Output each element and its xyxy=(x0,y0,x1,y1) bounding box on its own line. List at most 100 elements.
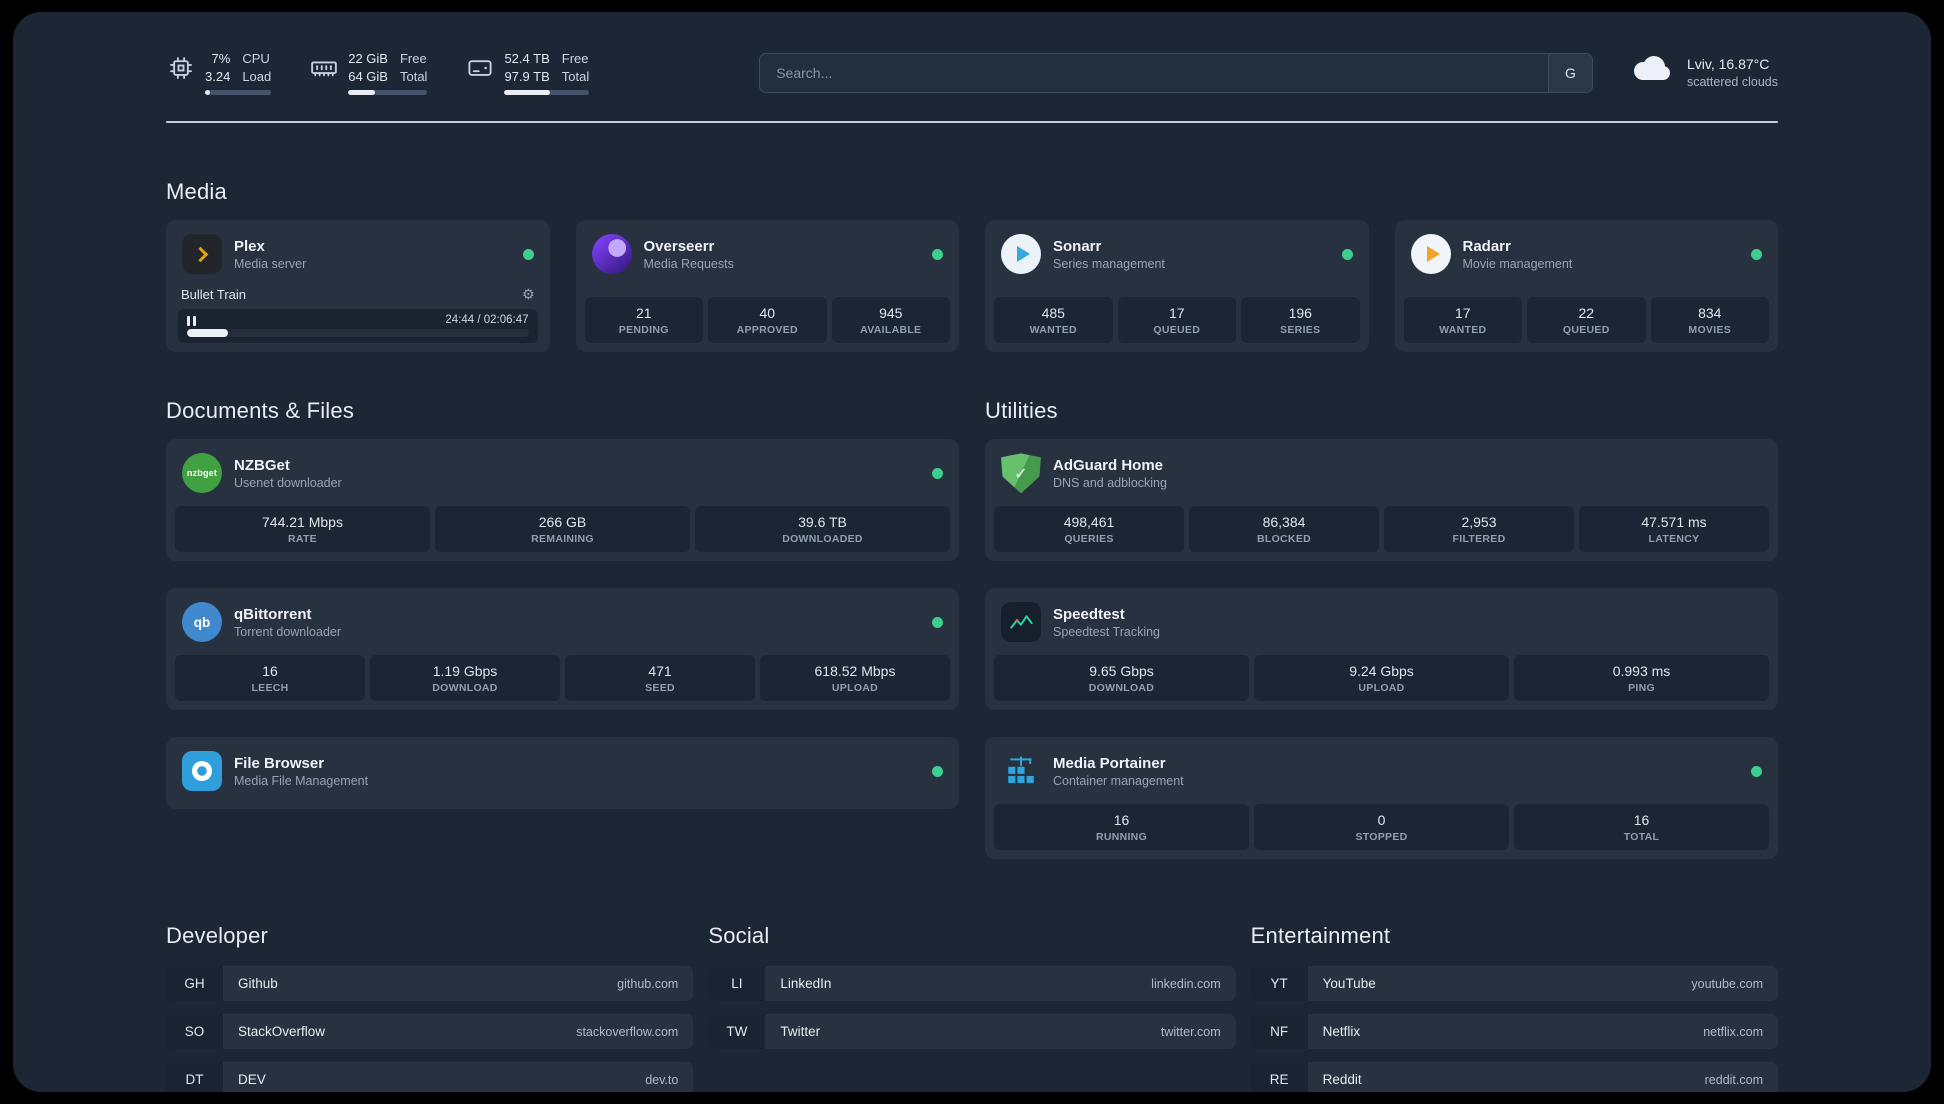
stat-value: 266 GB xyxy=(538,514,587,531)
stat-ping: 0.993 ms PING xyxy=(1514,655,1769,702)
resource-label: Total xyxy=(399,69,428,85)
resource-widgets: 7% CPU 3.24 Load 22 GiB Free 64 GiB Total 52.4 T… xyxy=(166,50,590,96)
stat-value: 16 xyxy=(262,663,278,680)
stat-wanted: 17 WANTED xyxy=(1403,297,1522,344)
resource-progress-bar xyxy=(504,90,590,96)
service-card-media-portainer[interactable]: Media Portainer Container management 16 RUN… xyxy=(985,737,1778,860)
bookmark-abbr: RE xyxy=(1250,1062,1308,1092)
service-card-plex[interactable]: Plex Media server Bullet Train ⚙ 24:44 / 02:… xyxy=(166,220,550,353)
stat-label: WANTED xyxy=(1439,324,1487,337)
bookmark-linkedin[interactable]: LI LinkedIn linkedin.com xyxy=(708,966,1236,1002)
plex-icon xyxy=(182,234,222,275)
bookmark-stackoverflow[interactable]: SO StackOverflow stackoverflow.com xyxy=(166,1014,694,1050)
stat-remaining: 266 GB REMAINING xyxy=(435,506,690,553)
service-card-sonarr[interactable]: Sonarr Series management 485 WANTED 17 QUEUED… xyxy=(985,220,1369,353)
service-card-speedtest[interactable]: Speedtest Speedtest Tracking 9.65 Gbps DOWN… xyxy=(985,588,1778,711)
stat-value: 2,953 xyxy=(1461,514,1497,531)
stat-label: DOWNLOAD xyxy=(432,682,498,695)
bookmark-abbr: DT xyxy=(166,1062,223,1092)
cloud-icon xyxy=(1627,53,1675,92)
stat-filtered: 2,953 FILTERED xyxy=(1384,506,1574,553)
weather-text: Lviv, 16.87°C scattered clouds xyxy=(1687,56,1778,89)
bookmark-domain: netflix.com xyxy=(1703,1024,1763,1039)
search-input[interactable] xyxy=(759,52,1593,93)
stat-download: 1.19 Gbps DOWNLOAD xyxy=(370,655,560,702)
resource-value: 3.24 xyxy=(205,69,231,85)
pause-icon[interactable] xyxy=(187,315,196,326)
bookmark-netflix[interactable]: NF Netflix netflix.com xyxy=(1250,1014,1778,1050)
stats-row: 498,461 QUERIES 86,384 BLOCKED 2,953 FILTERED… xyxy=(994,502,1769,553)
service-description: Media File Management xyxy=(234,773,369,788)
bookmark-name: Twitter xyxy=(780,1024,821,1040)
service-card-qbittorrent[interactable]: qb qBittorrent Torrent downloader 16 LEECH 1.… xyxy=(166,588,959,711)
stat-value: 471 xyxy=(648,663,672,680)
service-description: Media Requests xyxy=(643,256,734,271)
stat-label: WANTED xyxy=(1029,324,1077,337)
resource-progress-bar xyxy=(348,90,428,96)
stat-value: 9.24 Gbps xyxy=(1349,663,1414,680)
status-dot xyxy=(1751,765,1762,777)
service-card-radarr[interactable]: Radarr Movie management 17 WANTED 22 QUEUED 83… xyxy=(1394,220,1778,353)
search-bar: G xyxy=(759,52,1593,93)
utilities-cards: ✓ AdGuard Home DNS and adblocking 498,461 QU… xyxy=(985,439,1778,860)
resource-label: Total xyxy=(561,69,590,85)
service-name: Sonarr xyxy=(1053,237,1102,255)
stat-label: AVAILABLE xyxy=(860,324,922,337)
portainer-icon xyxy=(1001,751,1041,791)
bookmark-domain: youtube.com xyxy=(1691,976,1763,991)
stat-value: 40 xyxy=(759,305,776,322)
bookmark-abbr: NF xyxy=(1250,1014,1308,1050)
status-dot xyxy=(1751,248,1762,260)
service-description: Torrent downloader xyxy=(234,624,342,639)
stats-row: 16 LEECH 1.19 Gbps DOWNLOAD 471 SEED 618.52 Mb… xyxy=(175,651,950,702)
stat-value: 39.6 TB xyxy=(798,514,847,531)
cpu-icon xyxy=(166,53,196,83)
service-description: Speedtest Tracking xyxy=(1053,624,1161,639)
stat-value: 21 xyxy=(635,305,652,322)
weather-condition: scattered clouds xyxy=(1686,75,1778,90)
topbar: 7% CPU 3.24 Load 22 GiB Free 64 GiB Total 52.4 T… xyxy=(166,50,1778,96)
bookmark-youtube[interactable]: YT YouTube youtube.com xyxy=(1250,966,1778,1002)
stat-label: MOVIES xyxy=(1688,324,1732,337)
stat-value: 16 xyxy=(1633,812,1650,829)
stat-value: 744.21 Mbps xyxy=(262,514,343,531)
gear-icon[interactable]: ⚙ xyxy=(522,288,535,302)
status-dot xyxy=(522,248,534,260)
bookmark-dev[interactable]: DT DEV dev.to xyxy=(166,1062,694,1092)
section-entertainment: Entertainment YT YouTube youtube.com NF Netf… xyxy=(1250,923,1778,1092)
bookmark-domain: twitter.com xyxy=(1160,1024,1221,1039)
service-card-overseerr[interactable]: Overseerr Media Requests 21 PENDING 40 APPROV… xyxy=(575,220,959,353)
bookmark-reddit[interactable]: RE Reddit reddit.com xyxy=(1250,1062,1778,1092)
stat-label: FILTERED xyxy=(1452,533,1506,546)
service-name: AdGuard Home xyxy=(1053,456,1164,474)
bookmark-domain: dev.to xyxy=(645,1072,679,1087)
stats-row: 16 RUNNING 0 STOPPED 16 TOTAL xyxy=(994,800,1769,851)
service-description: Usenet downloader xyxy=(234,475,342,490)
bookmark-name: Github xyxy=(238,976,278,992)
radarr-icon xyxy=(1410,234,1451,275)
speedtest-icon xyxy=(1001,602,1041,643)
entertainment-bookmarks: YT YouTube youtube.com NF Netflix netflix.com… xyxy=(1250,966,1778,1092)
media-cards: Plex Media server Bullet Train ⚙ 24:44 / 02:… xyxy=(166,220,1778,353)
service-card-nzbget[interactable]: nzbget NZBGet Usenet downloader 744.21 Mbps… xyxy=(166,439,959,562)
service-name: Speedtest xyxy=(1053,605,1125,623)
search-provider-button[interactable]: G xyxy=(1547,53,1592,92)
adguard-icon: ✓ xyxy=(1001,453,1041,494)
service-card-adguard-home[interactable]: ✓ AdGuard Home DNS and adblocking 498,461 QU… xyxy=(985,439,1778,562)
resource-value: 97.9 TB xyxy=(504,69,550,85)
service-card-file-browser[interactable]: File Browser Media File Management xyxy=(166,737,959,810)
bookmark-name: LinkedIn xyxy=(780,976,832,992)
stats-row: 9.65 Gbps DOWNLOAD 9.24 Gbps UPLOAD 0.993 ms… xyxy=(994,651,1769,702)
resource-label: Free xyxy=(399,51,427,66)
service-description: Movie management xyxy=(1462,256,1573,271)
stat-label: DOWNLOAD xyxy=(1088,682,1155,695)
bookmark-name: StackOverflow xyxy=(238,1024,326,1040)
weather-widget: Lviv, 16.87°C scattered clouds xyxy=(1627,53,1778,92)
stat-download: 9.65 Gbps DOWNLOAD xyxy=(994,655,1249,702)
stat-upload: 618.52 Mbps UPLOAD xyxy=(760,655,950,702)
bookmark-twitter[interactable]: TW Twitter twitter.com xyxy=(708,1014,1236,1050)
media-player-widget: Bullet Train ⚙ 24:44 / 02:06:47 xyxy=(175,285,541,344)
stat-value: 498,461 xyxy=(1063,514,1115,531)
bookmark-github[interactable]: GH Github github.com xyxy=(166,966,694,1002)
stat-label: BLOCKED xyxy=(1256,533,1311,546)
